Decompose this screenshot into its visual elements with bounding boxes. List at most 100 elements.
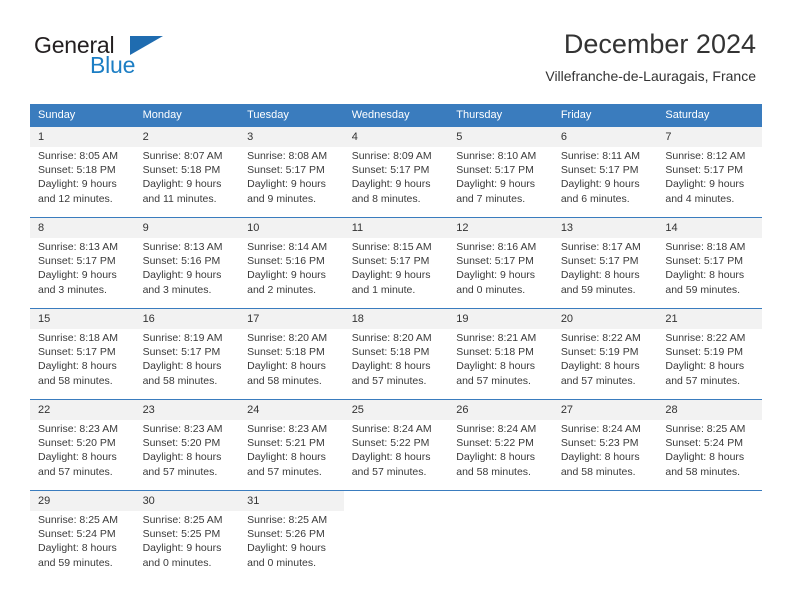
calendar-day-cell[interactable]: 29 Sunrise: 8:25 AM Sunset: 5:24 PM Dayligh… xyxy=(30,490,135,581)
calendar-day-cell[interactable]: 28 Sunrise: 8:25 AM Sunset: 5:24 PM Dayligh… xyxy=(657,399,762,491)
calendar-day-cell[interactable]: 23 Sunrise: 8:23 AM Sunset: 5:20 PM Dayligh… xyxy=(134,399,240,491)
sunset-text: Sunset: 5:17 PM xyxy=(560,164,639,177)
sunset-text: Sunset: 5:17 PM xyxy=(456,255,534,268)
calendar-day-cell[interactable]: 2 Sunrise: 8:07 AM Sunset: 5:18 PM Daylight… xyxy=(134,126,240,218)
day-number: 28 xyxy=(657,400,762,420)
calendar-day-cell[interactable]: 9 Sunrise: 8:13 AM Sunset: 5:16 PM Daylight… xyxy=(134,217,240,309)
calendar-day-cell[interactable]: 16 Sunrise: 8:19 AM Sunset: 5:17 PM Dayligh… xyxy=(134,308,240,400)
sunrise-text: Sunrise: 8:14 AM xyxy=(247,241,328,253)
day-details: Sunrise: 8:25 AM Sunset: 5:26 PM Daylight:… xyxy=(239,511,344,570)
calendar-day-cell[interactable]: 12 Sunrise: 8:16 AM Sunset: 5:17 PM Dayligh… xyxy=(448,217,553,309)
day-details: Sunrise: 8:23 AM Sunset: 5:21 PM Daylight:… xyxy=(239,420,344,479)
sunrise-text: Sunrise: 8:19 AM xyxy=(142,332,223,344)
weekday-header-thursday: Thursday xyxy=(448,104,553,127)
day-number: 31 xyxy=(239,491,344,511)
day-details: Sunrise: 8:17 AM Sunset: 5:17 PM Daylight:… xyxy=(553,238,658,297)
sunset-text: Sunset: 5:26 PM xyxy=(247,528,325,541)
sunset-text: Sunset: 5:25 PM xyxy=(142,528,221,541)
daylight-text-line2: and 59 minutes. xyxy=(560,283,636,296)
day-details: Sunrise: 8:22 AM Sunset: 5:19 PM Daylight:… xyxy=(657,329,762,388)
daylight-text-line1: Daylight: 8 hours xyxy=(38,360,117,373)
daylight-text-line2: and 57 minutes. xyxy=(38,465,113,478)
calendar-day-cell[interactable]: 5 Sunrise: 8:10 AM Sunset: 5:17 PM Daylight… xyxy=(448,126,553,218)
daylight-text-line2: and 11 minutes. xyxy=(142,192,217,205)
calendar-day-cell[interactable]: 7 Sunrise: 8:12 AM Sunset: 5:17 PM Daylight… xyxy=(657,126,762,218)
daylight-text-line2: and 57 minutes. xyxy=(665,374,741,387)
calendar-day-cell[interactable]: 24 Sunrise: 8:23 AM Sunset: 5:21 PM Dayligh… xyxy=(239,399,344,491)
sunset-text: Sunset: 5:21 PM xyxy=(247,437,325,450)
calendar-day-cell[interactable]: 19 Sunrise: 8:21 AM Sunset: 5:18 PM Dayligh… xyxy=(448,308,553,400)
calendar-day-cell[interactable]: 1 Sunrise: 8:05 AM Sunset: 5:18 PM Daylight… xyxy=(30,126,135,218)
day-number: 17 xyxy=(239,309,344,329)
calendar-day-cell[interactable]: 10 Sunrise: 8:14 AM Sunset: 5:16 PM Dayligh… xyxy=(239,217,344,309)
calendar-day-cell[interactable]: 3 Sunrise: 8:08 AM Sunset: 5:17 PM Daylight… xyxy=(239,126,344,218)
calendar-day-cell[interactable]: 20 Sunrise: 8:22 AM Sunset: 5:19 PM Dayligh… xyxy=(552,308,658,400)
calendar-day-cell[interactable]: 30 Sunrise: 8:25 AM Sunset: 5:25 PM Dayligh… xyxy=(134,490,240,581)
calendar-day-cell[interactable]: 31 Sunrise: 8:25 AM Sunset: 5:26 PM Dayligh… xyxy=(239,490,344,581)
day-number: 12 xyxy=(448,218,553,238)
calendar-page: General Blue December 2024 Villefranche-… xyxy=(0,0,792,612)
sunrise-text: Sunrise: 8:23 AM xyxy=(142,423,223,435)
calendar-day-cell[interactable]: 21 Sunrise: 8:22 AM Sunset: 5:19 PM Dayligh… xyxy=(657,308,762,400)
daylight-text-line2: and 57 minutes. xyxy=(351,465,427,478)
day-number: 29 xyxy=(30,491,135,511)
sunset-text: Sunset: 5:17 PM xyxy=(456,164,534,177)
day-details: Sunrise: 8:18 AM Sunset: 5:17 PM Daylight:… xyxy=(30,329,135,388)
daylight-text-line2: and 58 minutes. xyxy=(247,374,322,387)
sunrise-text: Sunrise: 8:05 AM xyxy=(38,150,118,162)
calendar-day-cell-empty xyxy=(552,490,658,581)
calendar-week-row: 29 Sunrise: 8:25 AM Sunset: 5:24 PM Dayligh… xyxy=(30,490,762,581)
calendar-day-cell[interactable]: 15 Sunrise: 8:18 AM Sunset: 5:17 PM Dayligh… xyxy=(30,308,135,400)
calendar-day-cell[interactable]: 11 Sunrise: 8:15 AM Sunset: 5:17 PM Dayligh… xyxy=(343,217,449,309)
day-number: 18 xyxy=(343,309,449,329)
sunset-text: Sunset: 5:19 PM xyxy=(665,346,744,359)
calendar-day-cell[interactable]: 27 Sunrise: 8:24 AM Sunset: 5:23 PM Dayligh… xyxy=(552,399,658,491)
daylight-text-line2: and 6 minutes. xyxy=(560,192,630,205)
calendar-day-cell[interactable]: 17 Sunrise: 8:20 AM Sunset: 5:18 PM Dayligh… xyxy=(239,308,344,400)
sunrise-text: Sunrise: 8:07 AM xyxy=(142,150,223,162)
day-details: Sunrise: 8:13 AM Sunset: 5:17 PM Daylight:… xyxy=(30,238,135,297)
sunrise-text: Sunrise: 8:10 AM xyxy=(456,150,537,162)
daylight-text-line2: and 12 minutes. xyxy=(38,192,113,205)
calendar-week-row: 1 Sunrise: 8:05 AM Sunset: 5:18 PM Daylight… xyxy=(30,126,762,218)
day-number: 20 xyxy=(552,309,658,329)
day-details: Sunrise: 8:05 AM Sunset: 5:18 PM Daylight:… xyxy=(30,147,135,206)
sunset-text: Sunset: 5:22 PM xyxy=(351,437,430,450)
calendar-day-cell[interactable]: 8 Sunrise: 8:13 AM Sunset: 5:17 PM Daylight… xyxy=(30,217,135,309)
weekday-header-monday: Monday xyxy=(134,104,240,127)
day-number: 26 xyxy=(448,400,553,420)
calendar-day-cell-empty xyxy=(343,490,449,581)
sunrise-text: Sunrise: 8:25 AM xyxy=(38,514,118,526)
sunrise-text: Sunrise: 8:23 AM xyxy=(38,423,118,435)
sunrise-text: Sunrise: 8:13 AM xyxy=(38,241,118,253)
sunset-text: Sunset: 5:23 PM xyxy=(560,437,639,450)
sunrise-text: Sunrise: 8:17 AM xyxy=(560,241,641,253)
page-header: General Blue December 2024 Villefranche-… xyxy=(0,0,792,104)
day-details: Sunrise: 8:08 AM Sunset: 5:17 PM Daylight:… xyxy=(239,147,344,206)
day-details: Sunrise: 8:23 AM Sunset: 5:20 PM Daylight:… xyxy=(30,420,135,479)
sunset-text: Sunset: 5:18 PM xyxy=(456,346,534,359)
calendar-day-cell[interactable]: 4 Sunrise: 8:09 AM Sunset: 5:17 PM Daylight… xyxy=(343,126,449,218)
daylight-text-line1: Daylight: 8 hours xyxy=(665,360,745,373)
calendar-day-cell[interactable]: 14 Sunrise: 8:18 AM Sunset: 5:17 PM Dayligh… xyxy=(657,217,762,309)
daylight-text-line1: Daylight: 8 hours xyxy=(456,451,536,464)
day-details: Sunrise: 8:25 AM Sunset: 5:24 PM Daylight:… xyxy=(657,420,762,479)
daylight-text-line1: Daylight: 8 hours xyxy=(247,451,326,464)
general-blue-logo[interactable]: General Blue xyxy=(34,32,254,84)
day-number: 30 xyxy=(134,491,240,511)
calendar-day-cell[interactable]: 18 Sunrise: 8:20 AM Sunset: 5:18 PM Dayligh… xyxy=(343,308,449,400)
daylight-text-line1: Daylight: 9 hours xyxy=(247,269,326,282)
daylight-text-line1: Daylight: 8 hours xyxy=(38,451,117,464)
sunrise-text: Sunrise: 8:21 AM xyxy=(456,332,537,344)
calendar-day-cell[interactable]: 13 Sunrise: 8:17 AM Sunset: 5:17 PM Dayligh… xyxy=(552,217,658,309)
day-details: Sunrise: 8:25 AM Sunset: 5:25 PM Daylight:… xyxy=(135,511,240,570)
sunrise-text: Sunrise: 8:24 AM xyxy=(456,423,537,435)
calendar-day-cell[interactable]: 6 Sunrise: 8:11 AM Sunset: 5:17 PM Daylight… xyxy=(552,126,658,218)
daylight-text-line2: and 0 minutes. xyxy=(247,556,317,569)
daylight-text-line2: and 58 minutes. xyxy=(142,374,218,387)
calendar-day-cell[interactable]: 22 Sunrise: 8:23 AM Sunset: 5:20 PM Dayligh… xyxy=(30,399,135,491)
calendar-day-cell[interactable]: 25 Sunrise: 8:24 AM Sunset: 5:22 PM Dayligh… xyxy=(343,399,449,491)
weekday-header-tuesday: Tuesday xyxy=(239,104,344,127)
daylight-text-line1: Daylight: 9 hours xyxy=(456,178,536,191)
calendar-day-cell[interactable]: 26 Sunrise: 8:24 AM Sunset: 5:22 PM Dayligh… xyxy=(448,399,553,491)
